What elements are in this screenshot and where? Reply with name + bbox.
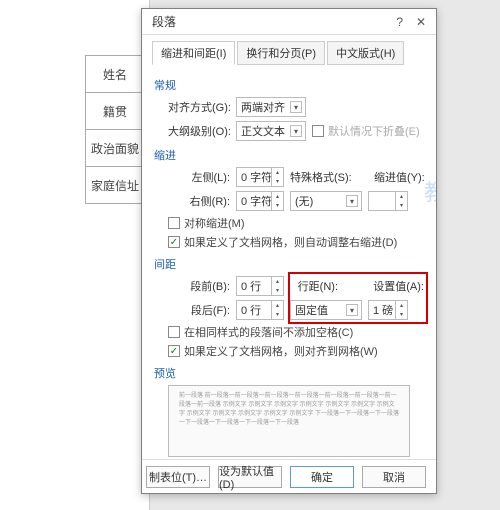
setval-value: 1 磅 [373, 302, 393, 318]
line-label: 行距(N): [290, 278, 338, 294]
collapse-checkbox[interactable] [312, 125, 324, 137]
chevron-down-icon: ▾ [290, 101, 302, 113]
help-icon[interactable]: ? [391, 15, 409, 29]
chevron-down-icon: ▾ [290, 125, 302, 137]
spin-up-icon[interactable]: ▴ [271, 277, 283, 286]
preview-box: 前一段落 前一段落一前一段落一前一段落一前一段落一前一段落一前一段落一前一段落一… [168, 385, 410, 457]
dialog-title: 段落 [152, 13, 176, 30]
document-background: 姓名 籍贯 政治面貌 家庭信址 [0, 0, 150, 510]
dialog-titlebar: 段落 ? ✕ [142, 9, 436, 35]
section-indent: 缩进 [154, 147, 424, 163]
special-label: 特殊格式(S): [290, 169, 350, 185]
spin-up-icon[interactable]: ▴ [271, 301, 283, 310]
default-button[interactable]: 设为默认值(D) [218, 466, 282, 488]
spin-down-icon[interactable]: ▾ [271, 310, 283, 319]
mirror-label: 对称缩进(M) [184, 215, 245, 231]
before-spin[interactable]: 0 行 ▴▾ [236, 276, 284, 296]
section-preview: 预览 [154, 365, 424, 381]
indent-right-label: 右侧(R): [168, 193, 230, 209]
alignment-label: 对齐方式(G): [168, 99, 230, 115]
table-cell: 家庭信址 [85, 166, 145, 204]
line-select[interactable]: 固定值 ▾ [290, 300, 362, 320]
tab-indent-spacing[interactable]: 缩进和间距(I) [152, 41, 235, 65]
close-icon[interactable]: ✕ [412, 15, 430, 29]
indent-value-spin[interactable]: ▴▾ [368, 191, 408, 211]
indent-left-label: 左侧(L): [168, 169, 230, 185]
mirror-checkbox[interactable] [168, 217, 180, 229]
spin-up-icon[interactable]: ▴ [271, 192, 283, 201]
indent-left-spin[interactable]: 0 字符▴▾ [236, 167, 284, 187]
indent-left-value: 0 字符 [241, 169, 272, 185]
spin-down-icon[interactable]: ▾ [271, 177, 283, 186]
alignment-select[interactable]: 两端对齐 ▾ [236, 97, 306, 117]
tab-line-page[interactable]: 换行和分页(P) [237, 41, 325, 65]
section-spacing: 间距 [154, 256, 424, 272]
spin-up-icon[interactable]: ▴ [395, 301, 407, 310]
dialog-body: 教育 常规 对齐方式(G): 两端对齐 ▾ 大纲级别(O): 正文文本 ▾ 默认情况… [142, 65, 436, 459]
chevron-down-icon: ▾ [346, 304, 358, 316]
setval-label: 设置值(A): [372, 278, 424, 294]
spacing-grid-label: 如果定义了文档网格，则对齐到网格(W) [184, 343, 378, 359]
tab-bar: 缩进和间距(I) 换行和分页(P) 中文版式(H) [142, 35, 436, 65]
spacing-grid-checkbox[interactable]: ✓ [168, 345, 180, 357]
before-value: 0 行 [241, 278, 261, 294]
line-value: 固定值 [295, 302, 328, 318]
ok-button[interactable]: 确定 [290, 466, 354, 488]
chevron-down-icon: ▾ [346, 195, 358, 207]
paragraph-dialog: 段落 ? ✕ 缩进和间距(I) 换行和分页(P) 中文版式(H) 教育 常规 对… [141, 8, 437, 494]
indent-value-label: 缩进值(Y): [374, 169, 424, 185]
after-label: 段后(F): [168, 302, 230, 318]
spin-up-icon[interactable]: ▴ [395, 192, 407, 201]
nospace-checkbox[interactable] [168, 326, 180, 338]
setval-spin[interactable]: 1 磅▴▾ [368, 300, 408, 320]
indent-grid-checkbox[interactable]: ✓ [168, 236, 180, 248]
table-cell: 政治面貌 [85, 129, 145, 167]
doc-table: 姓名 籍贯 政治面貌 家庭信址 [85, 55, 145, 203]
indent-right-spin[interactable]: 0 字符▴▾ [236, 191, 284, 211]
outline-value: 正文文本 [241, 123, 285, 139]
alignment-value: 两端对齐 [241, 99, 285, 115]
after-value: 0 行 [241, 302, 261, 318]
spin-down-icon[interactable]: ▾ [271, 201, 283, 210]
outline-select[interactable]: 正文文本 ▾ [236, 121, 306, 141]
outline-label: 大纲级别(O): [168, 123, 230, 139]
collapse-label: 默认情况下折叠(E) [328, 123, 420, 139]
after-spin[interactable]: 0 行 ▴▾ [236, 300, 284, 320]
special-select[interactable]: (无) ▾ [290, 191, 362, 211]
tabstops-button[interactable]: 制表位(T)… [146, 466, 210, 488]
tab-asian[interactable]: 中文版式(H) [327, 41, 404, 65]
before-label: 段前(B): [168, 278, 230, 294]
spin-down-icon[interactable]: ▾ [395, 201, 407, 210]
indent-grid-label: 如果定义了文档网格，则自动调整右缩进(D) [184, 234, 397, 250]
spin-up-icon[interactable]: ▴ [271, 168, 283, 177]
table-cell: 姓名 [85, 55, 145, 93]
section-general: 常规 [154, 77, 424, 93]
indent-right-value: 0 字符 [241, 193, 272, 209]
special-value: (无) [295, 193, 313, 209]
nospace-label: 在相同样式的段落间不添加空格(C) [184, 324, 353, 340]
table-cell: 籍贯 [85, 92, 145, 130]
cancel-button[interactable]: 取消 [362, 466, 426, 488]
spin-down-icon[interactable]: ▾ [395, 310, 407, 319]
spin-down-icon[interactable]: ▾ [271, 286, 283, 295]
dialog-footer: 制表位(T)… 设为默认值(D) 确定 取消 [142, 459, 436, 493]
watermark: 教育 [424, 175, 436, 207]
